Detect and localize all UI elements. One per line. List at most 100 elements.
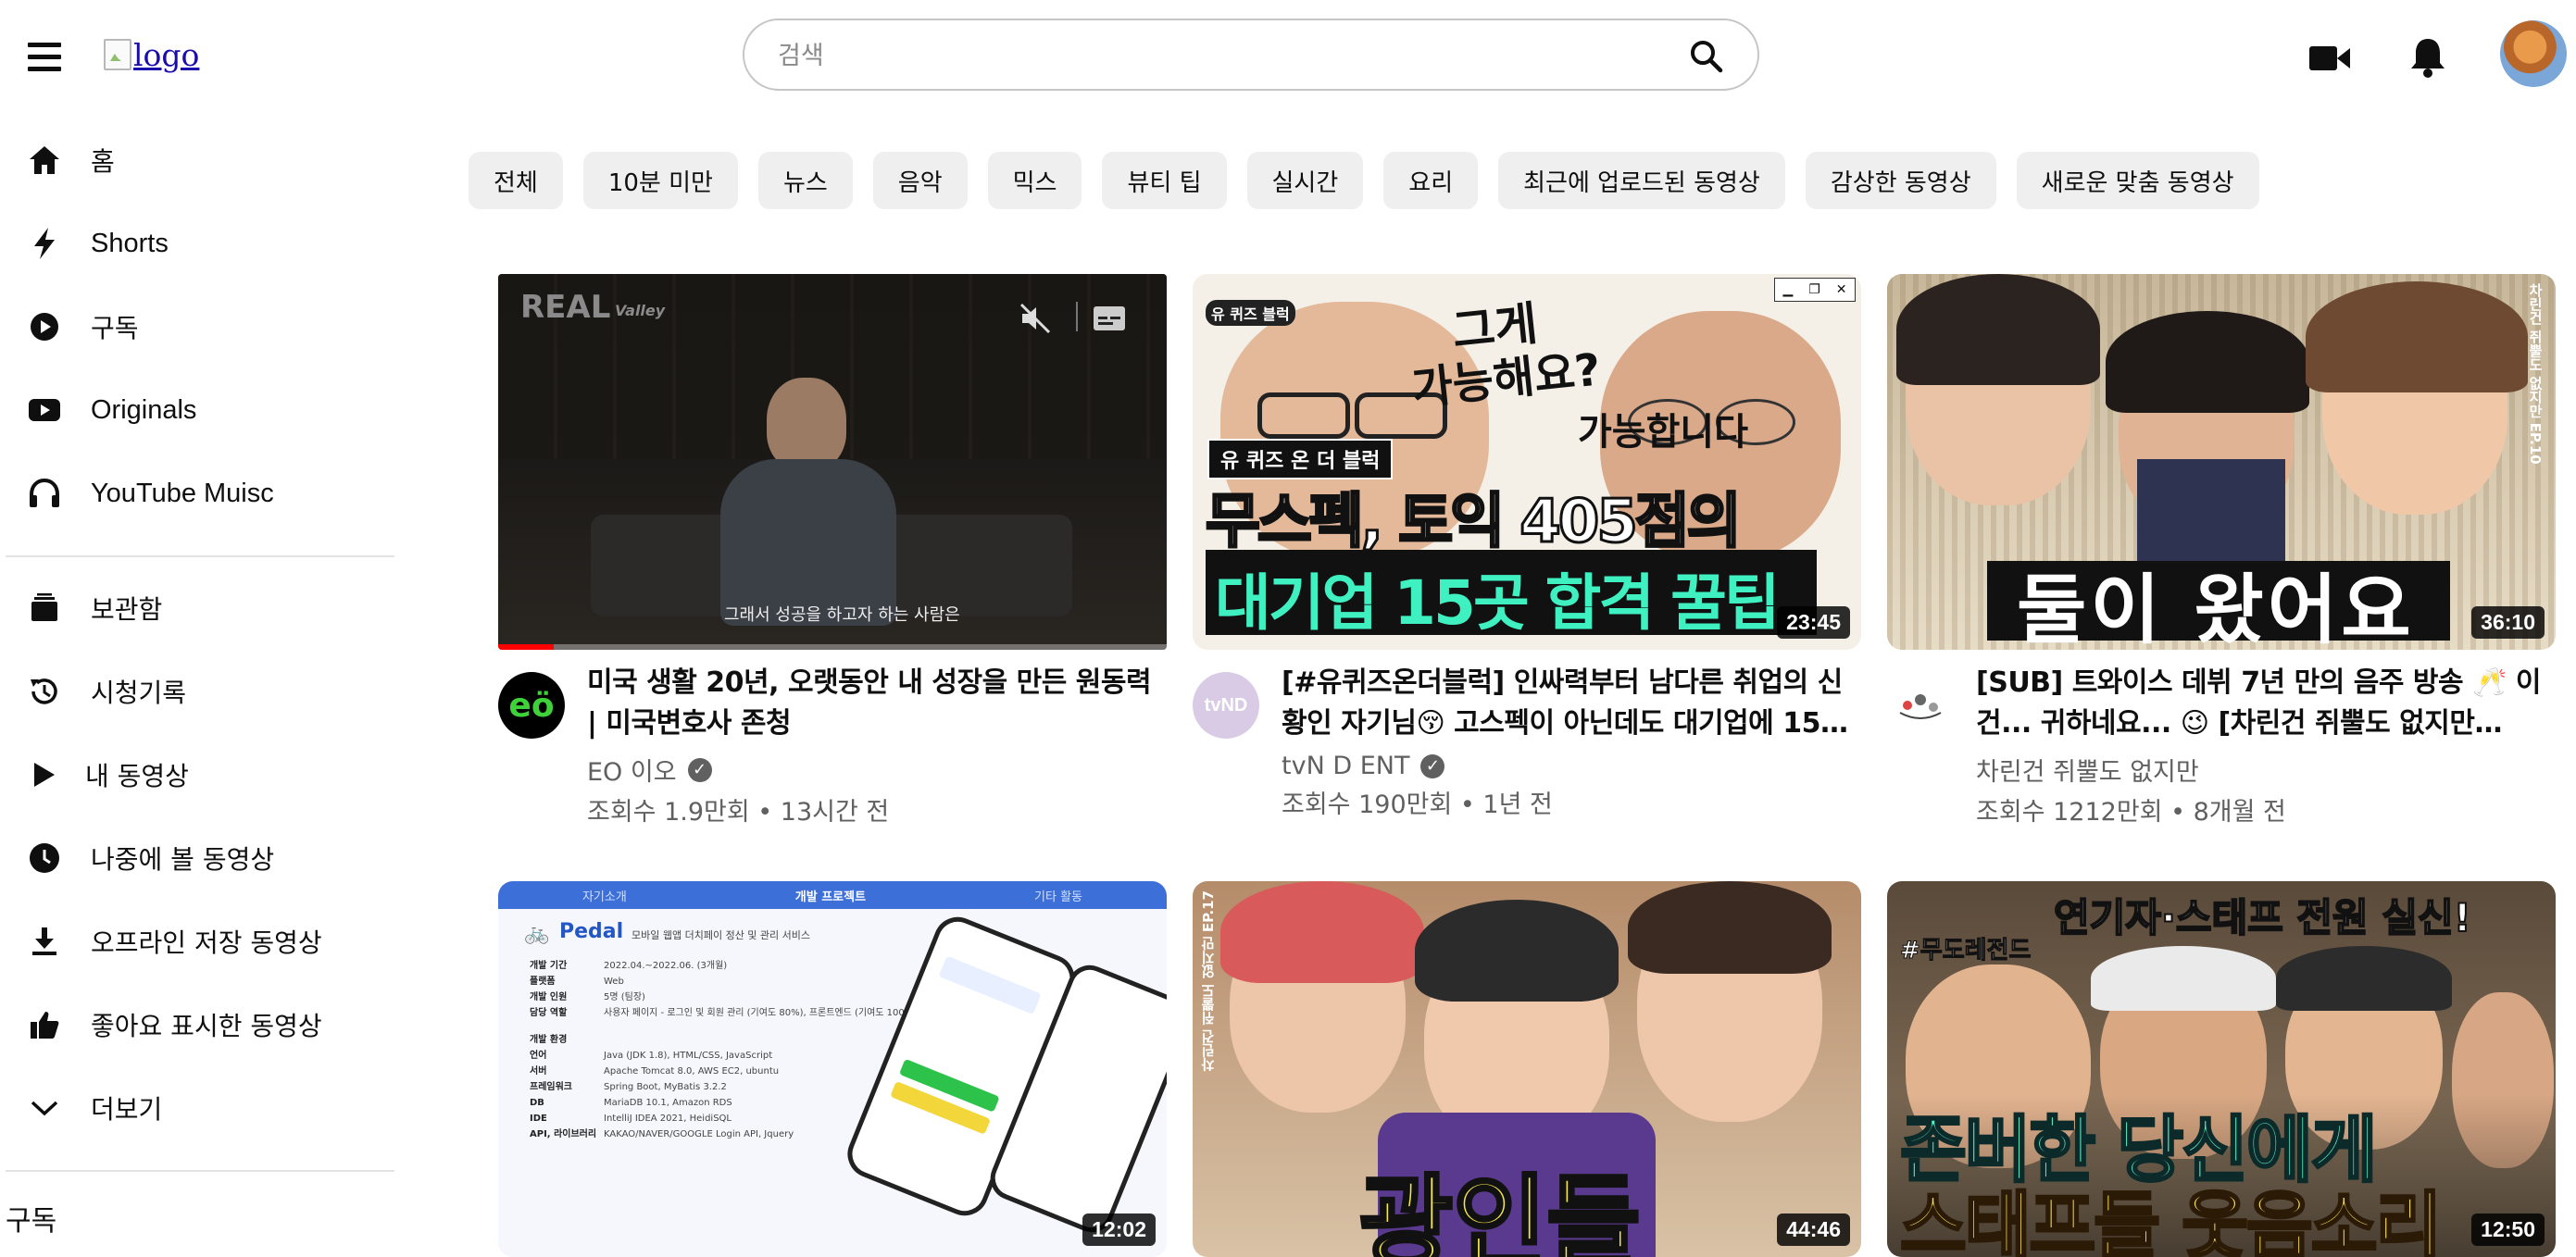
chip-watched[interactable]: 감상한 동영상 <box>1805 152 1996 209</box>
person-2-cap <box>2091 946 2276 1011</box>
chip-beauty-tips[interactable]: 뷰티 팁 <box>1102 152 1227 209</box>
slide-spec-value: 5명 (팀장) <box>604 992 645 1002</box>
video-duration: 12:02 <box>1082 1213 1156 1246</box>
chip-news[interactable]: 뉴스 <box>757 152 853 209</box>
bell-icon[interactable] <box>2406 35 2450 80</box>
person-head <box>767 378 846 470</box>
video-thumbnail[interactable]: 유 퀴즈 블럭 그게 가능해요? 가능합니다 유 퀴즈 온 더 블럭 무스펙, … <box>1193 274 1861 650</box>
slide-spec-value: MariaDB 10.1, Amazon RDS <box>604 1098 732 1108</box>
chip-cooking[interactable]: 요리 <box>1383 152 1479 209</box>
thumbnail-caption: 둘이 왔어요 <box>2017 566 2415 650</box>
sidebar-item-library[interactable]: 보관함 <box>0 566 394 650</box>
video-thumbnail[interactable]: 연기자·스태프 전원 실신! #무도레전드 존버한 당신에게 스태프들 웃음소리… <box>1887 881 2556 1257</box>
channel-avatar[interactable] <box>1887 672 1954 739</box>
channel-name[interactable]: 차린건 쥐뿔도 없지만 <box>1976 752 2199 788</box>
sidebar-item-youtube-music[interactable]: YouTube Muisc <box>0 452 394 535</box>
menu-icon[interactable] <box>24 37 65 78</box>
avatar[interactable] <box>2500 20 2567 87</box>
headline-line-2: 스태프들 웃음소리 <box>1898 1184 2443 1257</box>
progress-fill <box>498 644 554 650</box>
video-thumbnail[interactable]: 자기소개 개발 프로젝트 기타 활동 🚲 Pedal 모바일 웹앱 더치페이 정… <box>498 881 1167 1257</box>
slide-spec-value: KAKAO/NAVER/GOOGLE Login API, Jquery <box>604 1129 794 1139</box>
channel-avatar[interactable]: eö <box>498 672 565 739</box>
chip-recently-uploaded[interactable]: 최근에 업로드된 동영상 <box>1498 152 1785 209</box>
mute-icon[interactable] <box>1019 302 1052 335</box>
person-body <box>720 459 896 626</box>
restore-icon: ❐ <box>1808 282 1820 297</box>
slide-spec-row: 언어 Java (JDK 1.8), HTML/CSS, JavaScript <box>530 1049 937 1063</box>
channel-name-row[interactable]: tvN D ENT ✓ <box>1282 752 1861 780</box>
headline-top: 연기자·스태프 전원 실신! <box>2053 894 2472 941</box>
play-icon <box>26 756 63 793</box>
home-icon <box>26 142 63 179</box>
subtitle-caption: 그래서 성공을 하고자 하는 사람은 <box>724 605 960 625</box>
video-title[interactable]: [SUB] 트와이스 데뷔 7년 만의 음주 방송 🥂 이건... 귀하네요..… <box>1976 663 2556 744</box>
slide-spec-key: 개발 기간 <box>530 961 568 971</box>
channel-avatar-text: tvND <box>1204 694 1248 716</box>
video-stats: 조회수 1.9만회 • 13시간 전 <box>587 798 890 827</box>
slide-spec-key: 개발 환경 <box>530 1035 568 1045</box>
sidebar-item-originals[interactable]: Originals <box>0 368 394 452</box>
search-icon[interactable] <box>1689 39 1724 74</box>
slide-tab-active: 개발 프로젝트 <box>794 890 867 904</box>
sidebar-item-label: 좋아요 표시한 동영상 <box>91 1011 322 1041</box>
channel-name-row[interactable]: 차린건 쥐뿔도 없지만 <box>1976 752 2556 788</box>
sidebar-item-history[interactable]: 시청기록 <box>0 650 394 733</box>
person-3-hair <box>1628 881 1832 974</box>
sidebar-item-label: Originals <box>91 394 197 425</box>
headline-line-1: 무스펙, 토익 405점의 <box>1205 487 1744 558</box>
video-duration: 44:46 <box>1777 1213 1850 1246</box>
slide-spec-value: 사용자 페이지 - 로그인 및 회원 관리 (기여도 80%), 프론트엔드 (… <box>604 1008 918 1018</box>
minimize-icon: ▁ <box>1782 282 1794 297</box>
sidebar-item-home[interactable]: 홈 <box>0 118 394 202</box>
channel-name[interactable]: EO 이오 <box>587 752 677 788</box>
broken-image-icon <box>104 39 131 70</box>
channel-name-row[interactable]: EO 이오 ✓ <box>587 752 1167 788</box>
video-duration: 12:50 <box>2471 1213 2545 1246</box>
verified-check-icon: ✓ <box>687 757 712 782</box>
search-input[interactable] <box>776 33 1650 78</box>
project-name: Pedal <box>559 920 624 943</box>
video-thumbnail[interactable]: 둘이 왔어요 차린건 쥐뿔도 없지만 EP.10 36:10 <box>1887 274 2556 650</box>
chip-all[interactable]: 전체 <box>469 152 563 209</box>
sidebar-item-liked-videos[interactable]: 좋아요 표시한 동영상 <box>0 983 394 1066</box>
video-duration: 23:45 <box>1777 606 1850 639</box>
video-camera-icon[interactable] <box>2307 35 2352 80</box>
library-icon <box>26 590 63 627</box>
person-1-hair <box>1896 274 2100 385</box>
slide-spec-value: Java (JDK 1.8), HTML/CSS, JavaScript <box>604 1051 773 1061</box>
headline-line-2: 대기업 15곳 합격 꿀팁 <box>1215 567 1781 639</box>
sidebar-item-my-videos[interactable]: 내 동영상 <box>0 733 394 816</box>
chip-new-to-you[interactable]: 새로운 맞춤 동영상 <box>2016 152 2259 209</box>
slide-spec-key: 담당 역할 <box>530 1008 568 1018</box>
sidebar-item-label: 시청기록 <box>91 678 187 708</box>
sidebar-item-show-more[interactable]: 더보기 <box>0 1066 394 1150</box>
channel-avatar[interactable]: tvND <box>1193 672 1259 739</box>
logo-link[interactable]: logo <box>104 31 199 78</box>
sidebar-item-label: 나중에 볼 동영상 <box>91 844 275 875</box>
sidebar-item-label: 구독 <box>91 313 139 343</box>
headphones-icon <box>26 475 63 512</box>
slide-spec-row: 담당 역할 사용자 페이지 - 로그인 및 회원 관리 (기여도 80%), 프론… <box>530 1006 937 1020</box>
captions-icon[interactable] <box>1093 305 1126 331</box>
video-thumbnail[interactable]: 광인들 차린건 쥐뿔도 없지만 EP.17 44:46 <box>1193 881 1861 1257</box>
slide-spec-value: Web <box>604 977 624 987</box>
sidebar-item-watch-later[interactable]: 나중에 볼 동영상 <box>0 816 394 900</box>
chip-mix[interactable]: 믹스 <box>987 152 1082 209</box>
chip-under-10-min[interactable]: 10분 미만 <box>582 152 738 209</box>
video-thumbnail[interactable]: REAL Valley 그래서 성공을 하고자 하는 사람은 <box>498 274 1167 650</box>
chip-music[interactable]: 음악 <box>872 152 968 209</box>
sidebar-item-subscriptions[interactable]: 구독 <box>0 285 394 368</box>
video-title[interactable]: 미국 생활 20년, 오랫동안 내 성장을 만든 원동력 | 미국변호사 존청 <box>587 663 1167 744</box>
sidebar-item-shorts[interactable]: Shorts <box>0 202 394 285</box>
slide-spec-value: IntelliJ IDEA 2021, HeidiSQL <box>604 1114 732 1124</box>
sidebar-item-downloads[interactable]: 오프라인 저장 동영상 <box>0 900 394 983</box>
chip-live[interactable]: 실시간 <box>1246 152 1364 209</box>
video-title[interactable]: [#유퀴즈온더블럭] 인싸력부터 남다른 취업의 신 황인 자기님😚 고스펙이 … <box>1282 663 1861 744</box>
channel-name[interactable]: tvN D ENT <box>1282 752 1409 780</box>
progress-track[interactable] <box>498 644 1167 650</box>
logo-alt-text: logo <box>133 36 200 73</box>
history-icon <box>26 673 63 710</box>
chevron-down-icon <box>26 1089 63 1126</box>
brand-logo-subtext: Valley <box>615 302 666 319</box>
